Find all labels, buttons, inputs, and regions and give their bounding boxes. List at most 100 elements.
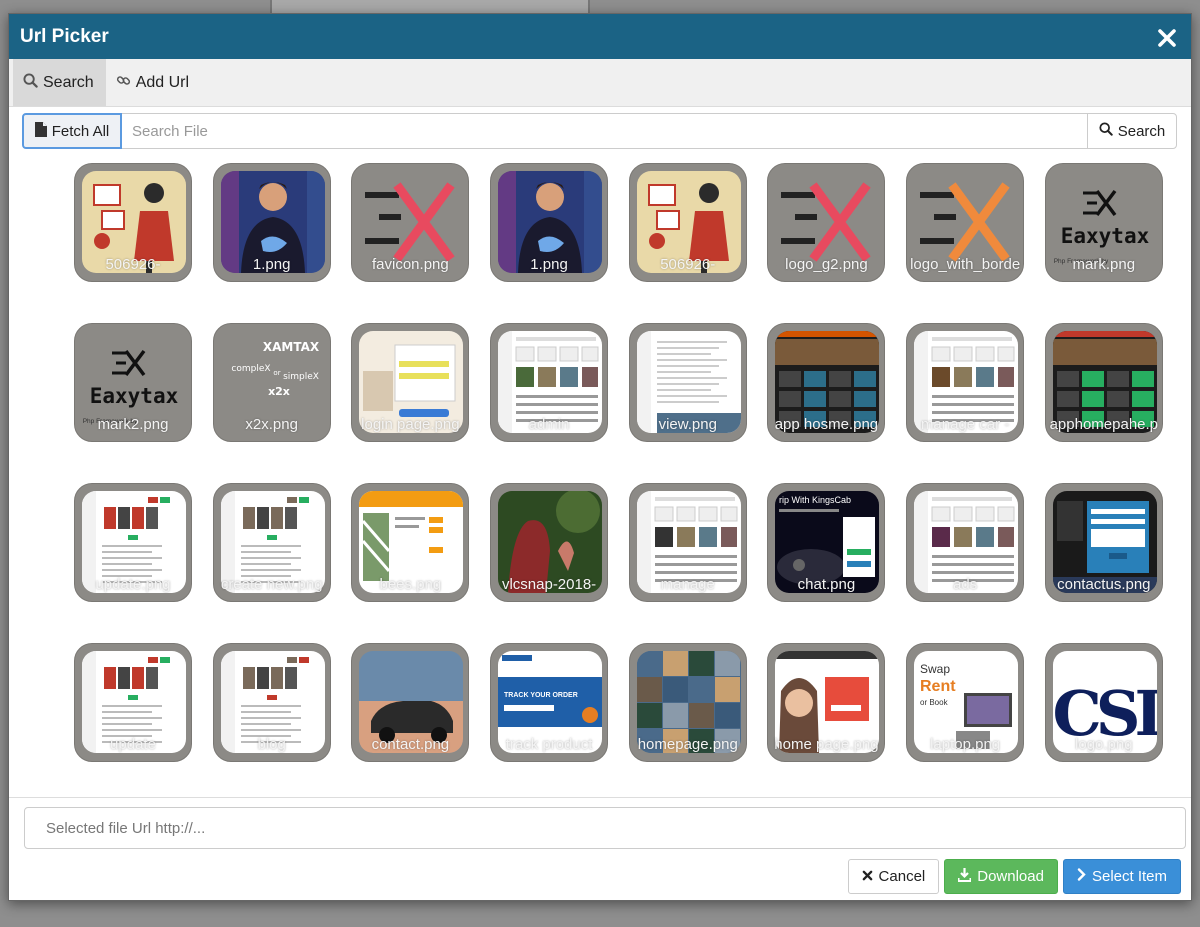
file-name: admin: [528, 416, 570, 433]
chevron-right-icon: [1077, 868, 1086, 885]
svg-text:TRACK YOUR ORDER: TRACK YOUR ORDER: [504, 692, 578, 699]
file-tile[interactable]: ads: [906, 483, 1025, 602]
file-name: home page.png: [774, 736, 879, 753]
file-name: 506926-: [660, 256, 716, 273]
tab-add-url-label: Add Url: [135, 73, 190, 91]
file-tile[interactable]: Swap Rent or Book laptop.png: [906, 643, 1025, 762]
file-tile[interactable]: update.png: [74, 483, 192, 602]
file-tile[interactable]: logo_with_borde: [906, 163, 1025, 282]
svg-text:compleX: compleX: [231, 364, 270, 374]
file-tile[interactable]: app hosme.png: [767, 323, 886, 442]
select-item-label: Select Item: [1091, 868, 1167, 885]
file-name: laptop.png: [930, 736, 1001, 753]
file-name: contactus.png: [1057, 576, 1151, 593]
tab-search-label: Search: [43, 73, 94, 91]
search-icon: [1099, 122, 1113, 140]
dialog-title: Url Picker: [20, 25, 109, 47]
file-tile[interactable]: apphomepahe.p: [1044, 323, 1163, 442]
file-tile[interactable]: bees.png: [351, 483, 470, 602]
file-tile[interactable]: favicon.png: [351, 163, 470, 282]
file-tile[interactable]: homepage.png: [628, 643, 747, 762]
svg-text:x2x: x2x: [268, 385, 290, 398]
file-name: manage: [660, 576, 715, 593]
file-name: mark.png: [1072, 256, 1136, 273]
file-tile[interactable]: Eaxytax Php Framework by mark2.png: [74, 323, 192, 442]
fetch-all-label: Fetch All: [51, 122, 110, 140]
select-item-button[interactable]: Select Item: [1062, 859, 1181, 894]
download-icon: [957, 867, 972, 886]
cancel-button[interactable]: Cancel: [847, 859, 940, 894]
svg-text:Rent: Rent: [920, 678, 956, 695]
tab-bar: Search Add Url: [9, 59, 1191, 107]
file-tile[interactable]: home page.png: [767, 643, 886, 762]
file-name: vlcsnap-2018-: [501, 576, 597, 593]
svg-text:or Book: or Book: [920, 698, 949, 707]
file-tile[interactable]: manage: [628, 483, 747, 602]
file-name: track product: [505, 736, 593, 753]
file-tile[interactable]: Eaxytax Php Framework by mark.png: [1044, 163, 1163, 282]
search-icon: [23, 72, 38, 93]
file-tile[interactable]: XAMTAX compleX or simpleX x2x x2x.png: [212, 323, 331, 442]
file-name: apphomepahe.p: [1049, 416, 1159, 433]
close-icon: [862, 868, 873, 885]
file-name: create new.png: [220, 576, 323, 593]
file-name: ads: [953, 576, 978, 593]
url-picker-dialog: Url Picker Search Add Url Fetch All Sear…: [8, 13, 1192, 901]
tab-add-url[interactable]: Add Url: [106, 59, 201, 106]
file-name: homepage.png: [637, 736, 738, 753]
dialog-header: Url Picker: [9, 14, 1191, 59]
download-button[interactable]: Download: [944, 859, 1058, 894]
file-name: 1.png: [252, 256, 291, 273]
fetch-all-button[interactable]: Fetch All: [22, 113, 122, 149]
file-name: manage car -: [920, 416, 1010, 433]
file-tile[interactable]: contactus.png: [1044, 483, 1163, 602]
file-name: login page.png: [361, 416, 460, 433]
file-tile[interactable]: logo_g2.png: [767, 163, 886, 282]
svg-text:XAMTAX: XAMTAX: [263, 340, 320, 354]
footer-actions: Cancel Download Select Item: [847, 859, 1181, 894]
file-name: app hosme.png: [774, 416, 879, 433]
file-tile[interactable]: 1.png: [490, 163, 609, 282]
file-grid-area: 506926- 1.png favicon.png 1.png 506926- …: [9, 163, 1191, 798]
file-name: x2x.png: [245, 416, 298, 433]
file-tile[interactable]: view.png: [628, 323, 747, 442]
svg-text:simpleX: simpleX: [283, 372, 319, 382]
svg-text:or: or: [273, 369, 280, 377]
file-tile[interactable]: rip With KingsCab chat.png: [767, 483, 886, 602]
file-name: update: [110, 736, 156, 753]
link-icon: [116, 73, 131, 93]
tab-search[interactable]: Search: [13, 59, 106, 106]
search-button[interactable]: Search: [1087, 113, 1177, 149]
file-tile[interactable]: 506926-: [628, 163, 747, 282]
file-tile[interactable]: create new.png: [212, 483, 331, 602]
file-tile[interactable]: update: [74, 643, 192, 762]
file-tile[interactable]: admin: [490, 323, 609, 442]
file-name: logo.png: [1075, 736, 1133, 753]
search-file-input[interactable]: [122, 113, 1087, 149]
file-tile[interactable]: CSI logo.png: [1044, 643, 1163, 762]
svg-text:Swap: Swap: [920, 662, 950, 676]
file-grid: 506926- 1.png favicon.png 1.png 506926- …: [74, 163, 1163, 762]
selected-url-field[interactable]: [24, 807, 1186, 849]
file-name: chat.png: [797, 576, 856, 593]
file-name: bees.png: [379, 576, 442, 593]
file-name: logo_g2.png: [785, 256, 868, 273]
file-name: blog: [257, 736, 286, 753]
file-name: 1.png: [530, 256, 568, 273]
file-tile[interactable]: login page.png: [351, 323, 470, 442]
svg-text:Eaxytax: Eaxytax: [90, 384, 179, 408]
file-name: favicon.png: [372, 256, 449, 273]
close-icon[interactable]: [1157, 28, 1179, 50]
search-button-label: Search: [1117, 122, 1166, 140]
file-tile[interactable]: TRACK YOUR ORDER track product: [490, 643, 609, 762]
file-name: contact.png: [371, 736, 450, 753]
file-icon: [34, 121, 47, 141]
file-tile[interactable]: 1.png: [212, 163, 331, 282]
background-page-peek: [270, 0, 590, 14]
file-tile[interactable]: 506926-: [74, 163, 192, 282]
download-label: Download: [977, 868, 1044, 885]
file-tile[interactable]: contact.png: [351, 643, 470, 762]
file-tile[interactable]: manage car -: [906, 323, 1025, 442]
file-tile[interactable]: vlcsnap-2018-: [490, 483, 609, 602]
file-tile[interactable]: blog: [212, 643, 331, 762]
